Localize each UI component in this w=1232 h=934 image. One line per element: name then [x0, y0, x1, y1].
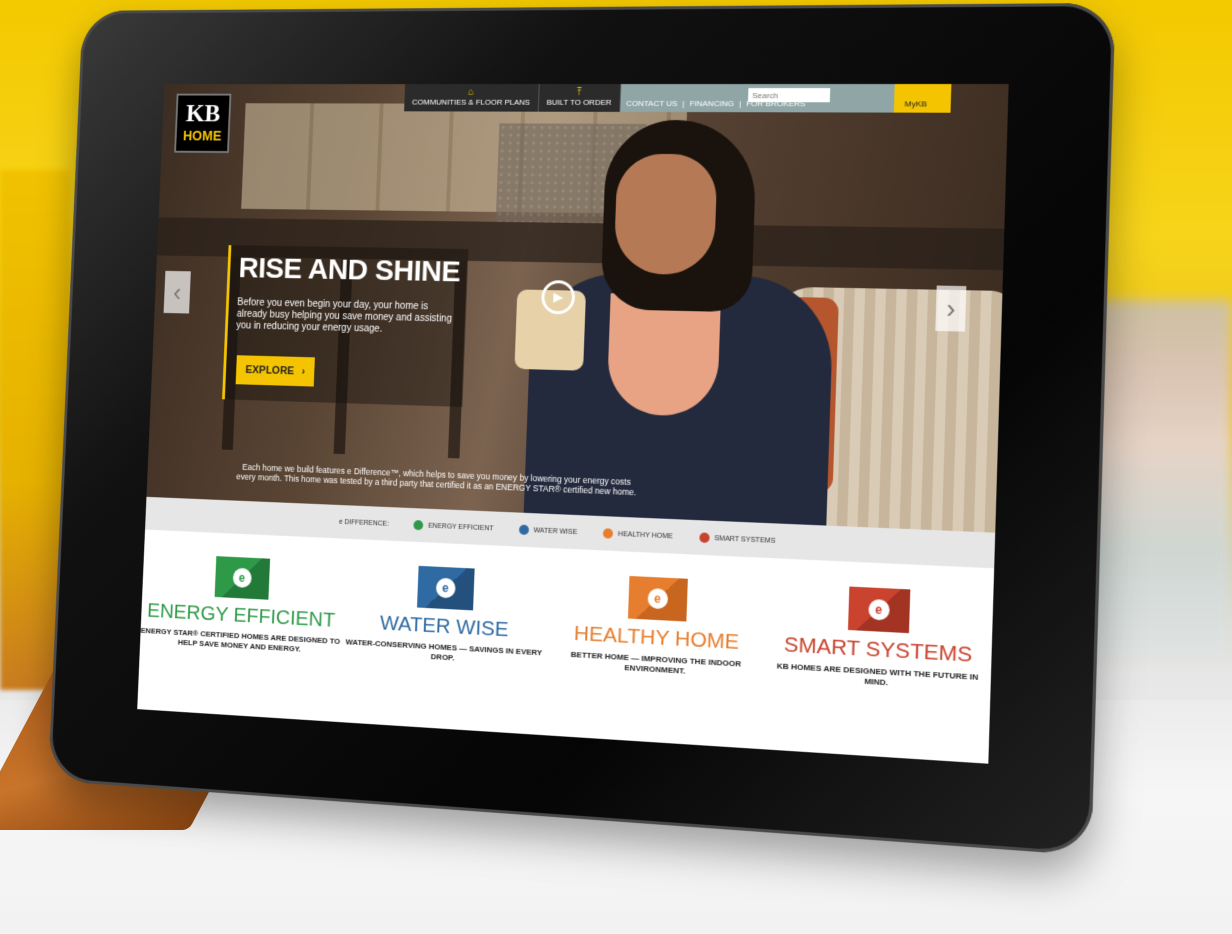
ebar-item-label: WATER WISE — [533, 526, 578, 536]
top-nav: ⌂ COMMUNITIES & FLOOR PLANS ⤒ BUILT TO O… — [404, 84, 918, 113]
carousel-next-button[interactable]: › — [935, 285, 967, 332]
tablet-screen: KB HOME ⌂ COMMUNITIES & FLOOR PLANS ⤒ BU… — [137, 84, 1009, 764]
e-logo-icon: e — [435, 577, 456, 599]
water-drop-tile-icon: e — [416, 565, 475, 611]
nav-communities-label: COMMUNITIES & FLOOR PLANS — [411, 97, 531, 107]
nav-financing[interactable]: FINANCING — [689, 99, 734, 108]
wifi-icon — [698, 532, 710, 544]
ebar-smart-systems[interactable]: SMART SYSTEMS — [698, 532, 776, 546]
ebar-item-label: ENERGY EFFICIENT — [427, 522, 494, 532]
search-input[interactable] — [747, 88, 831, 103]
water-drop-icon — [518, 524, 529, 536]
logo-kb-text: KB — [185, 99, 221, 128]
bulb-icon — [413, 520, 424, 531]
kb-home-logo[interactable]: KB HOME — [174, 93, 232, 153]
ebar-water-wise[interactable]: WATER WISE — [518, 524, 578, 538]
wifi-tile-icon: e — [847, 586, 910, 634]
mykb-button[interactable]: MyKB — [893, 84, 952, 113]
ebar-item-label: SMART SYSTEMS — [714, 534, 776, 545]
hero-title: RISE AND SHINE — [238, 252, 461, 289]
heart-tile-icon: e — [627, 575, 688, 622]
carousel-prev-button[interactable]: ‹ — [163, 270, 191, 314]
e-logo-icon: e — [646, 588, 668, 610]
hammer-icon: ⤒ — [576, 87, 582, 98]
feature-energy-efficient[interactable]: e ENERGY EFFICIENT ENERGY STAR® CERTIFIE… — [137, 530, 344, 722]
feature-water-wise[interactable]: e WATER WISE WATER-CONSERVING HOMES — SA… — [337, 539, 552, 736]
ebar-energy-efficient[interactable]: ENERGY EFFICIENT — [413, 520, 494, 533]
ebar-healthy-home[interactable]: HEALTHY HOME — [602, 528, 673, 541]
nav-contact-us[interactable]: CONTACT US — [626, 99, 677, 108]
woman-face — [613, 153, 718, 276]
hero-body: Before you even begin your day, your hom… — [236, 297, 453, 335]
logo-home-text: HOME — [182, 127, 222, 144]
hero-banner: KB HOME ⌂ COMMUNITIES & FLOOR PLANS ⤒ BU… — [146, 84, 1009, 533]
nav-separator: | — [682, 99, 685, 109]
tablet: KB HOME ⌂ COMMUNITIES & FLOOR PLANS ⤒ BU… — [48, 2, 1116, 856]
nav-communities[interactable]: ⌂ COMMUNITIES & FLOOR PLANS — [404, 84, 540, 112]
feature-healthy-home[interactable]: e HEALTHY HOME BETTER HOME — IMPROVING T… — [545, 548, 768, 749]
play-icon: ▶ — [553, 289, 564, 305]
e-difference-label: e DIFFERENCE: — [338, 518, 389, 528]
ebar-item-label: HEALTHY HOME — [617, 530, 673, 540]
heart-icon — [602, 528, 614, 539]
e-logo-icon: e — [867, 598, 890, 621]
bulb-tile-icon: e — [214, 556, 270, 600]
explore-label: EXPLORE — [245, 364, 295, 378]
house-icon: ⌂ — [467, 87, 475, 98]
nav-built-label: BUILT TO ORDER — [546, 97, 612, 107]
e-logo-icon: e — [232, 567, 252, 589]
explore-button[interactable]: EXPLORE › — [235, 355, 315, 387]
nav-separator: | — [738, 99, 742, 109]
chevron-right-icon: › — [301, 365, 306, 378]
feature-section: e ENERGY EFFICIENT ENERGY STAR® CERTIFIE… — [137, 530, 994, 764]
nav-built-to-order[interactable]: ⤒ BUILT TO ORDER — [538, 84, 622, 112]
feature-smart-systems[interactable]: e SMART SYSTEMS KB HOMES ARE DESIGNED WI… — [762, 558, 994, 764]
